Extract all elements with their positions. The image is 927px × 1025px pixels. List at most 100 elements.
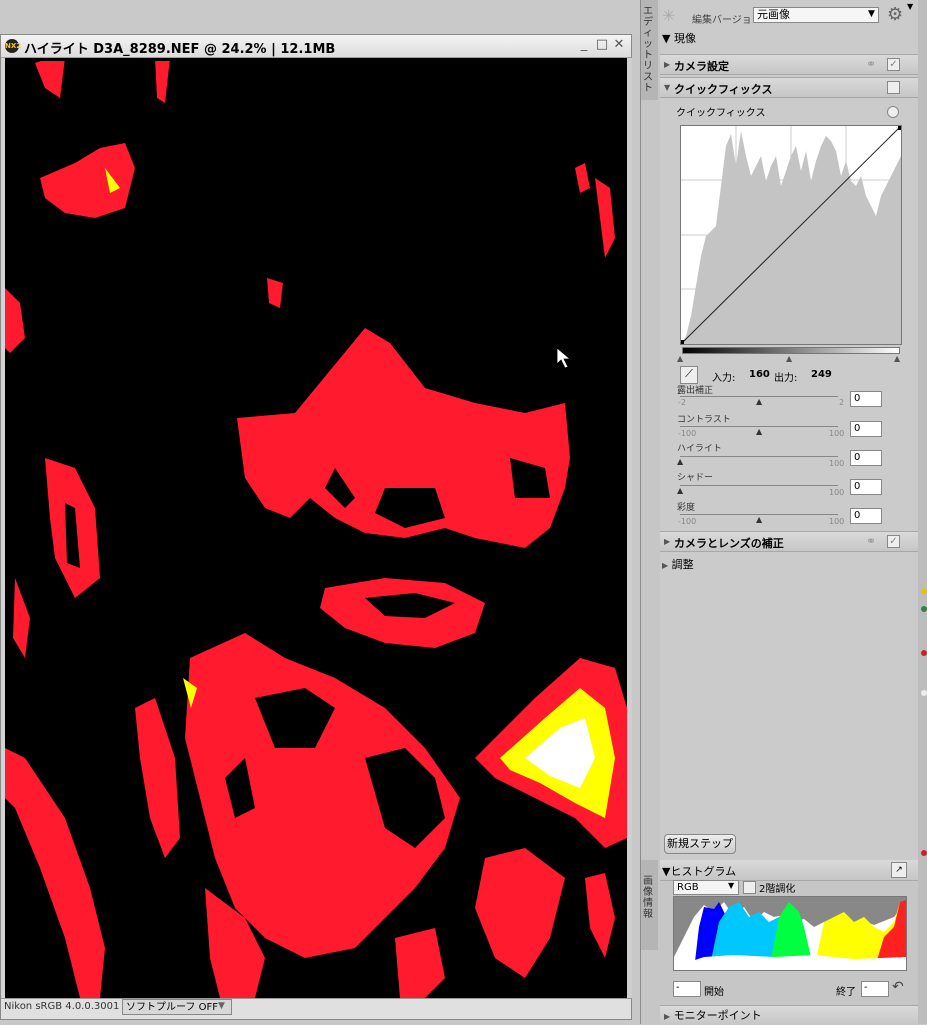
edge-dot-icon	[921, 690, 927, 696]
tone-curve-graph[interactable]	[680, 125, 902, 345]
shadow-slider-thumb[interactable]: ▲	[677, 486, 683, 495]
tone-gradient-bar	[682, 347, 900, 354]
end-label: 終了	[836, 987, 856, 998]
maximize-button[interactable]: □	[595, 38, 609, 52]
contrast-label: コントラスト	[677, 415, 731, 425]
slider-max-label: 100	[829, 429, 845, 438]
develop-section-header[interactable]: ▼ 現像	[662, 30, 696, 46]
histogram-svg	[674, 897, 906, 970]
shadow-value-field[interactable]: 0	[850, 479, 882, 495]
version-label: 編集バージョン	[692, 15, 762, 26]
chevron-down-icon: ▼	[728, 881, 735, 890]
edge-dot-icon	[921, 850, 927, 856]
exposure-value-field[interactable]: 0	[850, 391, 882, 407]
white-point-slider[interactable]: ▲	[894, 354, 900, 363]
black-point-slider[interactable]: ▲	[677, 354, 683, 363]
slider-min-label: -100	[678, 429, 697, 438]
histogram-title-text: ヒストグラム	[670, 865, 737, 878]
camera-lens-label: カメラとレンズの補正	[674, 537, 784, 550]
adjust-section-header[interactable]: ▶ 調整	[662, 556, 694, 572]
sparkle-icon: ✳	[662, 6, 676, 25]
image-scrollbar[interactable]	[627, 58, 632, 998]
highlight-label: ハイライト	[677, 444, 722, 454]
exposure-label: 露出補正	[677, 386, 714, 396]
highlight-value-field[interactable]: 0	[850, 450, 882, 466]
quick-fix-reset-button[interactable]	[887, 106, 899, 118]
curve-edit-icon[interactable]: ⟋	[680, 366, 698, 384]
edge-dot-icon	[921, 606, 927, 612]
chevron-down-icon: ▼	[218, 1001, 225, 1011]
saturation-label: 彩度	[677, 503, 696, 513]
highlight-slider-track[interactable]	[680, 456, 838, 457]
input-value: 160	[749, 369, 770, 380]
camera-lens-section[interactable]: ▶ カメラとレンズの補正 ⚭ ✓	[660, 531, 918, 552]
output-label: 出力:	[774, 373, 798, 384]
slider-max-label: 2	[839, 398, 845, 407]
monitor-points-label: モニターポイント	[673, 1009, 762, 1022]
chevron-right-icon: ▶	[664, 537, 671, 546]
new-step-button[interactable]: 新規ステップ	[664, 834, 736, 854]
slider-min-label: -100	[678, 517, 697, 526]
softproof-dropdown[interactable]: ソフトプルーフ OFF	[122, 999, 232, 1015]
chevron-right-icon: ▶	[664, 60, 671, 69]
slider-min-label: -2	[678, 398, 686, 407]
start-label: 開始	[704, 987, 724, 998]
menu-arrow-icon[interactable]: ▼	[907, 2, 913, 11]
input-label: 入力:	[712, 373, 736, 384]
edge-dot-icon	[921, 650, 927, 656]
slider-max-label: 100	[829, 459, 845, 468]
image-info-tab-label: 画像情報	[643, 876, 653, 920]
contrast-value-field[interactable]: 0	[850, 421, 882, 437]
camera-settings-label: カメラ設定	[674, 60, 729, 73]
gear-icon[interactable]: ⚙	[887, 4, 903, 25]
link-icon[interactable]: ⚭	[866, 534, 876, 548]
contrast-slider-thumb[interactable]: ▲	[756, 427, 762, 436]
top-strip	[0, 0, 640, 34]
window-title: ハイライト D3A_8289.NEF @ 24.2% | 12.1MB	[24, 42, 336, 57]
highlight-warning-image	[5, 58, 627, 998]
two-tone-checkbox[interactable]	[743, 881, 756, 894]
color-profile-label: Nikon sRGB 4.0.0.3001	[4, 1001, 120, 1012]
edit-list-tab-label: エディットリスト	[643, 6, 653, 94]
quick-fix-label: クイックフィックス	[674, 83, 773, 96]
end-field[interactable]: -	[861, 981, 889, 997]
start-field[interactable]: -	[673, 981, 701, 997]
close-button[interactable]: ✕	[612, 38, 626, 52]
histogram-graph[interactable]	[673, 896, 907, 971]
chevron-right-icon: ▶	[662, 561, 669, 570]
shadow-label: シャドー	[677, 473, 714, 483]
app-logo-icon: NX2	[5, 39, 21, 53]
chevron-right-icon: ▶	[664, 1012, 671, 1021]
two-tone-label: 2階調化	[759, 884, 796, 895]
camera-settings-checkbox[interactable]: ✓	[887, 58, 900, 71]
highlight-slider-thumb[interactable]: ▲	[677, 457, 683, 466]
edge-dot-icon	[921, 588, 927, 594]
histogram-options-button[interactable]: ↗	[891, 862, 907, 878]
quick-fix-sublabel: クイックフィックス	[676, 108, 766, 119]
exposure-slider-thumb[interactable]: ▲	[756, 397, 762, 406]
shadow-slider-track[interactable]	[680, 485, 838, 486]
link-icon[interactable]: ⚭	[866, 57, 876, 71]
image-canvas[interactable]	[5, 58, 627, 998]
quick-fix-section[interactable]: ▼ クイックフィックス	[660, 77, 918, 98]
camera-lens-checkbox[interactable]: ✓	[887, 535, 900, 548]
develop-label: 現像	[673, 32, 696, 45]
chevron-down-icon: ▼	[868, 9, 875, 19]
version-select[interactable]: 元画像	[753, 7, 879, 23]
slider-max-label: 100	[829, 517, 845, 526]
chevron-down-icon: ▼	[664, 83, 671, 92]
right-edge-strip	[918, 0, 927, 1024]
output-value: 249	[811, 369, 832, 380]
monitor-points-title[interactable]: ▶ モニターポイント	[664, 1007, 762, 1023]
saturation-slider-thumb[interactable]: ▲	[756, 515, 762, 524]
saturation-value-field[interactable]: 0	[850, 508, 882, 524]
camera-settings-section[interactable]: ▶ カメラ設定 ⚭ ✓	[660, 54, 918, 75]
histogram-title[interactable]: ▼ヒストグラム	[662, 863, 736, 879]
tone-curve-svg	[680, 125, 902, 345]
minimize-button[interactable]: _	[577, 38, 591, 52]
slider-max-label: 100	[829, 488, 845, 497]
undo-icon[interactable]: ↶	[892, 979, 904, 995]
adjust-label: 調整	[671, 558, 694, 571]
midpoint-slider[interactable]: ▲	[786, 354, 792, 363]
quick-fix-checkbox[interactable]	[887, 81, 900, 94]
